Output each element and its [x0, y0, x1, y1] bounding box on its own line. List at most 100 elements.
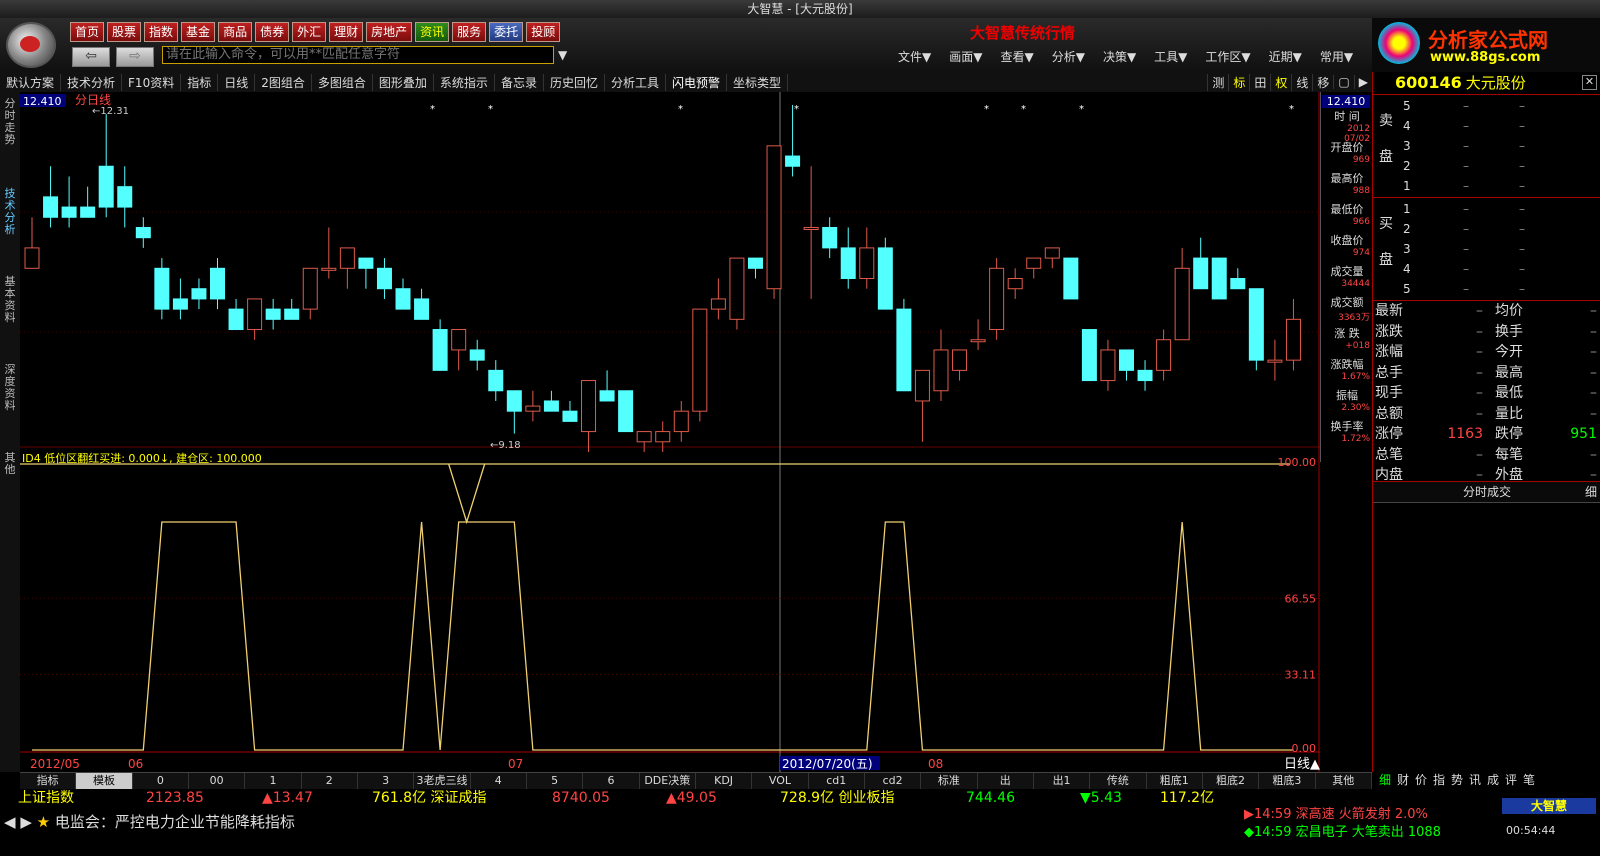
toolbar-right-3[interactable]: 权 [1270, 73, 1291, 91]
toolbar-item-3[interactable]: 指标 [181, 73, 219, 91]
right-tab-6[interactable]: 成 [1484, 772, 1502, 788]
toolbar-item-13[interactable]: 坐标类型 [727, 73, 789, 91]
indicator-tab-21[interactable]: 粗底2 [1203, 773, 1260, 789]
indicator-tab-2[interactable]: 0 [133, 773, 189, 789]
menu-1[interactable]: 画面▼ [949, 48, 982, 65]
nav-button-9[interactable]: 资讯 [415, 22, 450, 42]
ticker-item-0[interactable]: 上证指数 [18, 789, 74, 807]
toolbar-item-2[interactable]: F10资料 [122, 73, 182, 91]
nav-button-7[interactable]: 理财 [329, 22, 364, 42]
menu-3[interactable]: 分析▼ [1052, 48, 1085, 65]
nav-button-3[interactable]: 基金 [181, 22, 216, 42]
toolbar-item-10[interactable]: 历史回忆 [544, 73, 605, 91]
menu-7[interactable]: 近期▼ [1269, 48, 1302, 65]
left-tab-3[interactable]: 深度资料 [2, 364, 18, 412]
app-logo-icon[interactable] [6, 22, 56, 68]
toolbar-right-4[interactable]: 线 [1291, 73, 1312, 91]
right-tab-5[interactable]: 讯 [1466, 772, 1484, 788]
nav-button-5[interactable]: 债券 [255, 22, 290, 42]
indicator-tab-12[interactable]: KDJ [696, 773, 753, 789]
right-tab-8[interactable]: 笔 [1520, 772, 1538, 788]
menu-4[interactable]: 决策▼ [1103, 48, 1136, 65]
indicator-tab-7[interactable]: 3老虎三线 [414, 773, 471, 789]
menu-5[interactable]: 工具▼ [1154, 48, 1187, 65]
indicator-tab-9[interactable]: 5 [527, 773, 584, 789]
ticker-item-6[interactable]: 728.9亿 创业板指 [780, 789, 895, 807]
indicator-tab-17[interactable]: 出 [978, 773, 1034, 789]
left-tab-4[interactable]: 其他 [2, 452, 18, 476]
nav-button-12[interactable]: 投顾 [526, 22, 561, 42]
forward-arrow-icon[interactable]: ⇨ [116, 47, 154, 67]
candlestick-chart[interactable]: 分日线←12.31 ←9.18 12.410 * * * * * * * * ID4 低位区翻红买进:… [20, 92, 1320, 772]
indicator-tab-23[interactable]: 其他 [1316, 773, 1372, 789]
right-tab-0[interactable]: 细 [1376, 772, 1394, 788]
close-icon[interactable]: ✕ [1582, 75, 1597, 90]
left-tab-0[interactable]: 分时走势 [2, 98, 18, 146]
nav-button-10[interactable]: 服务 [452, 22, 487, 42]
toolbar-item-11[interactable]: 分析工具 [605, 73, 666, 91]
indicator-tab-11[interactable]: DDE决策 [640, 773, 696, 789]
nav-button-6[interactable]: 外汇 [292, 22, 327, 42]
command-dropdown-icon[interactable]: ▼ [558, 48, 567, 62]
indicator-tab-19[interactable]: 传统 [1090, 773, 1147, 789]
toolbar-item-8[interactable]: 系统指示 [434, 73, 495, 91]
right-tab-3[interactable]: 指 [1430, 772, 1448, 788]
toolbar-item-7[interactable]: 图形叠加 [373, 73, 434, 91]
toolbar-item-12[interactable]: 闪电预警 [666, 73, 727, 91]
indicator-tab-5[interactable]: 2 [302, 773, 358, 789]
period-button[interactable]: 日线▲ [1284, 757, 1320, 772]
menu-2[interactable]: 查看▼ [1000, 48, 1033, 65]
nav-button-2[interactable]: 指数 [144, 22, 179, 42]
tick-trades-bar[interactable]: 分时成交 细 [1373, 482, 1600, 503]
nav-button-11[interactable]: 委托 [489, 22, 524, 42]
toolbar-right-6[interactable]: ▢ [1333, 75, 1353, 89]
alert-item-0[interactable]: ▶14:59 深高速 火箭发射 2.0% [1244, 806, 1500, 824]
toolbar-item-6[interactable]: 多图组合 [312, 73, 373, 91]
indicator-tab-15[interactable]: cd2 [865, 773, 922, 789]
toolbar-right-1[interactable]: 标 [1228, 73, 1249, 91]
next-news-icon[interactable]: ▶ [20, 813, 32, 831]
nav-button-8[interactable]: 房地产 [366, 22, 413, 42]
right-tab-2[interactable]: 价 [1412, 772, 1430, 788]
indicator-tab-1[interactable]: 模板 [76, 773, 133, 789]
toolbar-item-5[interactable]: 2图组合 [255, 73, 312, 91]
indicator-tab-10[interactable]: 6 [583, 773, 640, 789]
toolbar-item-1[interactable]: 技术分析 [61, 73, 123, 91]
nav-button-1[interactable]: 股票 [107, 22, 142, 42]
indicator-tab-18[interactable]: 出1 [1034, 773, 1091, 789]
tick-detail-toggle[interactable]: 细 [1585, 482, 1597, 502]
indicator-tab-3[interactable]: 00 [189, 773, 246, 789]
indicator-tab-0[interactable]: 指标 [20, 773, 77, 789]
news-headline[interactable]: 电监会：严控电力企业节能降耗指标 [55, 813, 295, 831]
toolbar-item-0[interactable]: 默认方案 [0, 73, 62, 91]
toolbar-item-4[interactable]: 日线 [218, 73, 256, 91]
menu-0[interactable]: 文件▼ [898, 48, 931, 65]
left-tab-1[interactable]: 技术分析 [2, 188, 18, 236]
toolbar-right-5[interactable]: 移 [1312, 73, 1333, 91]
toolbar-right-0[interactable]: 测 [1207, 73, 1228, 91]
right-tab-7[interactable]: 评 [1502, 772, 1520, 788]
back-arrow-icon[interactable]: ⇦ [72, 47, 110, 67]
ticker-item-3[interactable]: 761.8亿 深证成指 [372, 789, 487, 807]
command-input[interactable] [162, 46, 554, 64]
indicator-tab-14[interactable]: cd1 [809, 773, 865, 789]
left-tab-2[interactable]: 基本资料 [2, 276, 18, 324]
nav-button-4[interactable]: 商品 [218, 22, 253, 42]
toolbar-right-2[interactable]: 田 [1249, 73, 1270, 91]
alert-item-1[interactable]: ◆14:59 宏昌电子 大笔卖出 1088 [1244, 824, 1500, 842]
right-tab-4[interactable]: 势 [1448, 772, 1466, 788]
indicator-tab-13[interactable]: VOL [752, 773, 809, 789]
indicator-tab-4[interactable]: 1 [245, 773, 302, 789]
app-brand-badge[interactable]: 大智慧 [1502, 798, 1596, 814]
prev-news-icon[interactable]: ◀ [4, 813, 16, 831]
menu-8[interactable]: 常用▼ [1320, 48, 1353, 65]
right-tab-1[interactable]: 财 [1394, 772, 1412, 788]
indicator-tab-8[interactable]: 4 [471, 773, 527, 789]
indicator-tab-22[interactable]: 粗底3 [1259, 773, 1316, 789]
nav-button-0[interactable]: 首页 [70, 22, 105, 42]
indicator-tab-16[interactable]: 标准 [921, 773, 978, 789]
menu-6[interactable]: 工作区▼ [1205, 48, 1250, 65]
toolbar-item-9[interactable]: 备忘录 [495, 73, 544, 91]
indicator-tab-6[interactable]: 3 [358, 773, 415, 789]
indicator-tab-20[interactable]: 粗底1 [1147, 773, 1203, 789]
